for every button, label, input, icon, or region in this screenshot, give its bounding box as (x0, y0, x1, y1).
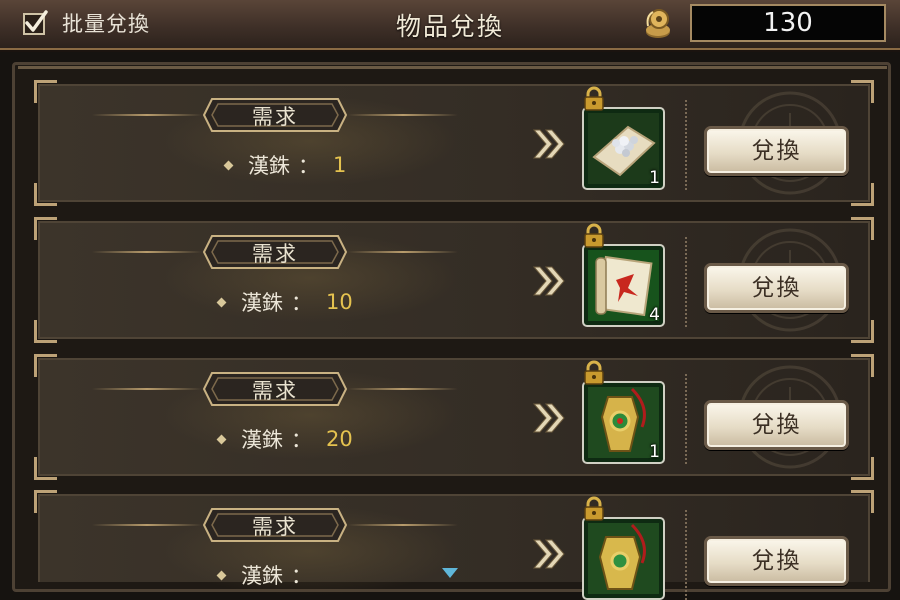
cost-colon: ： (291, 564, 312, 588)
double-chevron-right-icon (532, 266, 565, 296)
cost-currency-name: 漢銖 (241, 428, 283, 452)
frame-corner (34, 217, 57, 240)
cost-line: 漢銖 ： 20 (216, 424, 353, 454)
requirement-badge: 需求 (202, 234, 348, 270)
double-chevron-right-icon (532, 129, 565, 159)
requirement-divider (348, 388, 458, 390)
item-quantity: 1 (649, 442, 660, 462)
double-chevron-right-icon (532, 539, 565, 569)
cost-value: 1 (333, 153, 347, 177)
cost-value: 20 (326, 427, 353, 451)
cost-line: 漢銖 ： 1 (223, 150, 347, 180)
requirement-divider (92, 388, 202, 390)
frame-corner (851, 320, 874, 343)
requirement-label: 需求 (252, 105, 298, 129)
currency-amount: 130 (690, 4, 886, 42)
frame-corner (34, 80, 57, 103)
frame-corner (34, 457, 57, 480)
item-quantity: 1 (649, 168, 660, 188)
reward-item-slot[interactable]: 4 (582, 244, 665, 327)
requirement-badge: 需求 (202, 97, 348, 133)
row-separator (685, 374, 687, 464)
exchange-row: 需求 漢銖 ： 20 1 兌換 (34, 354, 874, 480)
cost-colon: ： (291, 291, 312, 315)
lock-icon (584, 360, 604, 385)
lock-icon (584, 496, 604, 521)
exchange-row: 需求 漢銖 ： 1 1 兌換 (34, 80, 874, 206)
exchange-button[interactable]: 兌換 (704, 400, 849, 450)
frame-corner (851, 490, 874, 513)
exchange-button[interactable]: 兌換 (704, 126, 849, 176)
reward-item-slot[interactable]: 1 (582, 381, 665, 464)
frame-corner (34, 354, 57, 377)
requirement-label: 需求 (252, 242, 298, 266)
row-separator (685, 237, 687, 327)
bullet-icon (223, 160, 234, 170)
requirement-divider (348, 251, 458, 253)
requirement-divider (348, 524, 458, 526)
frame-corner (34, 183, 57, 206)
cost-value: 10 (326, 290, 353, 314)
double-chevron-right-icon (532, 403, 565, 433)
cost-currency-name: 漢銖 (241, 564, 283, 588)
lock-icon (584, 86, 604, 111)
frame-corner (851, 457, 874, 480)
frame-corner (34, 490, 57, 513)
requirement-divider (92, 251, 202, 253)
row-separator (685, 100, 687, 190)
item-quantity: 4 (649, 305, 660, 325)
ornament-icon (588, 523, 659, 594)
cost-colon: ： (291, 428, 312, 452)
exchange-button[interactable]: 兌換 (704, 263, 849, 313)
top-bar: 批量兌換 物品兌換 130 (0, 0, 900, 50)
panel-divider (18, 66, 887, 83)
reward-item-slot[interactable] (582, 517, 665, 600)
bullet-icon (216, 570, 227, 580)
cost-colon: ： (298, 154, 319, 178)
scroll-down-indicator-icon[interactable] (440, 566, 460, 580)
lock-icon (584, 223, 604, 248)
requirement-divider (92, 114, 202, 116)
frame-corner (851, 217, 874, 240)
frame-corner (851, 80, 874, 103)
requirement-divider (348, 114, 458, 116)
requirement-badge: 需求 (202, 507, 348, 543)
requirement-badge: 需求 (202, 371, 348, 407)
frame-corner (851, 183, 874, 206)
reward-item-slot[interactable]: 1 (582, 107, 665, 190)
frame-corner (34, 320, 57, 343)
bullet-icon (216, 297, 227, 307)
requirement-divider (92, 524, 202, 526)
requirement-label: 需求 (252, 379, 298, 403)
row-separator (685, 510, 687, 600)
cost-line: 漢銖 ： 10 (216, 287, 353, 317)
cost-currency-name: 漢銖 (241, 291, 283, 315)
exchange-button[interactable]: 兌換 (704, 536, 849, 586)
coin-icon (640, 6, 676, 42)
cost-currency-name: 漢銖 (248, 154, 290, 178)
bullet-icon (216, 434, 227, 444)
cost-line: 漢銖 ： (216, 560, 326, 590)
frame-corner (851, 354, 874, 377)
exchange-row: 需求 漢銖 ： 10 4 兌換 (34, 217, 874, 343)
requirement-label: 需求 (252, 515, 298, 539)
